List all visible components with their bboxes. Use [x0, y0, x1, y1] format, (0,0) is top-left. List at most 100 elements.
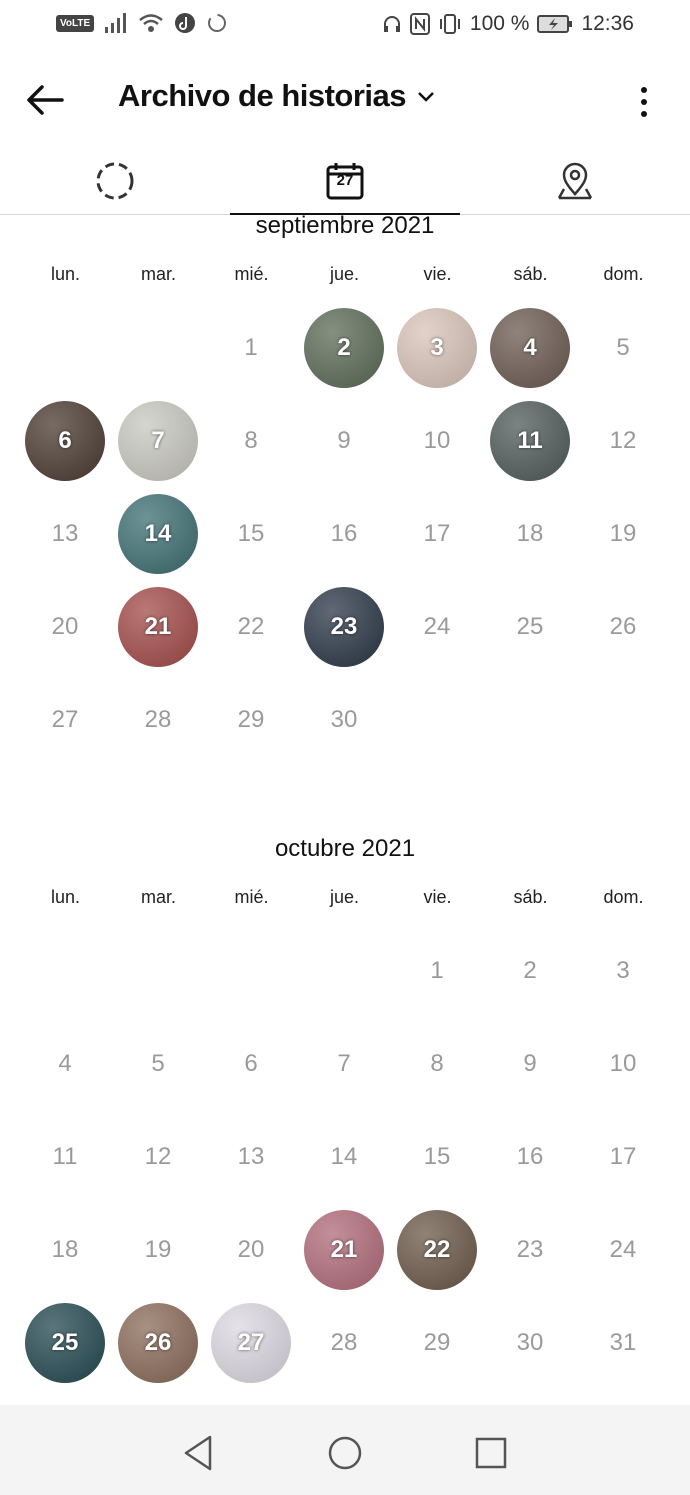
story-day-thumbnail[interactable]: 21	[304, 1210, 384, 1290]
story-day-thumbnail[interactable]: 25	[25, 1303, 105, 1383]
calendar-day: 13	[237, 1143, 265, 1170]
calendar-day: 17	[423, 520, 451, 547]
clock: 12:36	[581, 12, 634, 35]
more-options-button[interactable]	[632, 82, 656, 122]
story-day-thumbnail[interactable]: 21	[118, 587, 198, 667]
story-day-thumbnail[interactable]: 11	[490, 401, 570, 481]
tab-calendar[interactable]: 27	[230, 148, 460, 215]
calendar-day: 2	[523, 957, 537, 984]
calendar-day: 10	[609, 1050, 637, 1077]
story-day-thumbnail[interactable]: 2	[304, 308, 384, 388]
calendar-day: 6	[244, 1050, 258, 1077]
weekday-label: vie.	[423, 264, 452, 284]
calendar-day: 19	[144, 1236, 172, 1263]
stories-circle-icon	[96, 162, 134, 200]
calendar-day: 12	[609, 427, 637, 454]
calendar-day: 17	[609, 1143, 637, 1170]
calendar-day: 23	[516, 1236, 544, 1263]
calendar-icon-day: 27	[336, 172, 354, 189]
story-day-thumbnail[interactable]: 14	[118, 494, 198, 574]
back-arrow-icon	[27, 85, 64, 115]
story-day-thumbnail[interactable]: 22	[397, 1210, 477, 1290]
calendar-day: 10	[423, 427, 451, 454]
calendar-day: 24	[423, 613, 451, 640]
calendar-day: 7	[337, 1050, 351, 1077]
calendar-day: 5	[616, 334, 630, 361]
battery-percent: 100 %	[469, 12, 530, 35]
calendar-day: 5	[151, 1050, 165, 1077]
calendar-day: 14	[330, 1143, 358, 1170]
calendar-day: 27	[51, 706, 79, 733]
weekday-label: mié.	[234, 887, 269, 907]
calendar-day: 26	[609, 613, 637, 640]
calendar-day: 9	[523, 1050, 537, 1077]
calendar-day: 30	[516, 1329, 544, 1356]
calendar-day: 22	[237, 613, 265, 640]
back-triangle-icon[interactable]	[178, 1431, 222, 1475]
weekday-label: sáb.	[513, 264, 548, 284]
story-day-thumbnail[interactable]: 26	[118, 1303, 198, 1383]
calendar-day: 9	[337, 427, 351, 454]
calendar-day: 12	[144, 1143, 172, 1170]
story-day-thumbnail[interactable]: 4	[490, 308, 570, 388]
wifi-icon	[139, 14, 163, 32]
calendar-day: 18	[51, 1236, 79, 1263]
weekday-label: sáb.	[513, 887, 548, 907]
status-bar: VoLTE 100 % 12:36	[0, 0, 690, 52]
tab-bar: 27	[0, 148, 690, 215]
story-day-thumbnail[interactable]: 7	[118, 401, 198, 481]
back-button[interactable]	[22, 76, 70, 124]
recents-square-icon[interactable]	[469, 1431, 513, 1475]
app-bar: Archivo de historias	[0, 62, 690, 138]
calendar-day: 1	[430, 957, 444, 984]
calendar-day: 20	[237, 1236, 265, 1263]
weekday-label: dom.	[603, 264, 644, 284]
month-title: octubre 2021	[274, 835, 416, 862]
tab-stories[interactable]	[0, 148, 230, 214]
calendar-day: 15	[237, 520, 265, 547]
volte-badge: VoLTE	[56, 14, 95, 32]
calendar-day: 25	[516, 613, 544, 640]
weekday-label: mar.	[140, 887, 176, 907]
signal-icon	[105, 13, 127, 33]
calendar-day: 3	[616, 957, 630, 984]
status-left: VoLTE	[56, 12, 228, 34]
calendar-day: 4	[58, 1050, 72, 1077]
chevron-down-icon	[418, 92, 434, 102]
calendar-day: 19	[609, 520, 637, 547]
sync-icon	[208, 14, 227, 32]
weekday-header: lun. mar. mié. jue. vie. sáb. dom.	[0, 887, 690, 917]
archive-selector[interactable]: Archivo de historias	[118, 78, 438, 114]
calendar-day: 24	[609, 1236, 637, 1263]
weekday-label: mar.	[140, 264, 176, 284]
headphones-icon	[383, 16, 400, 32]
vibrate-icon	[439, 14, 460, 34]
location-pin-icon	[557, 162, 593, 200]
weekday-label: mié.	[234, 264, 269, 284]
more-vert-icon	[641, 87, 647, 117]
calendar-day: 8	[244, 427, 258, 454]
home-circle-icon[interactable]	[323, 1431, 367, 1475]
battery-charging-icon	[537, 15, 573, 33]
calendar-day: 13	[51, 520, 79, 547]
status-right: 100 % 12:36	[382, 12, 634, 36]
calendar-day: 16	[330, 520, 358, 547]
story-day-thumbnail[interactable]: 23	[304, 587, 384, 667]
calendar-day: 29	[237, 706, 265, 733]
tab-map[interactable]	[460, 148, 690, 214]
calendar-day: 15	[423, 1143, 451, 1170]
calendar-day: 1	[244, 334, 258, 361]
page-title: Archivo de historias	[118, 78, 407, 113]
weekday-header: lun. mar. mié. jue. vie. sáb. dom.	[0, 264, 690, 294]
weekday-label: dom.	[603, 887, 644, 907]
story-day-thumbnail[interactable]: 3	[397, 308, 477, 388]
calendar-day: 31	[609, 1329, 637, 1356]
calendar-day: 11	[52, 1143, 78, 1170]
calendar-day: 20	[51, 613, 79, 640]
story-day-thumbnail[interactable]: 6	[25, 401, 105, 481]
calendar-day: 28	[144, 706, 172, 733]
weekday-label: lun.	[50, 264, 81, 284]
calendar-day: 18	[516, 520, 544, 547]
calendar-day: 8	[430, 1050, 444, 1077]
story-day-thumbnail[interactable]: 27	[211, 1303, 291, 1383]
